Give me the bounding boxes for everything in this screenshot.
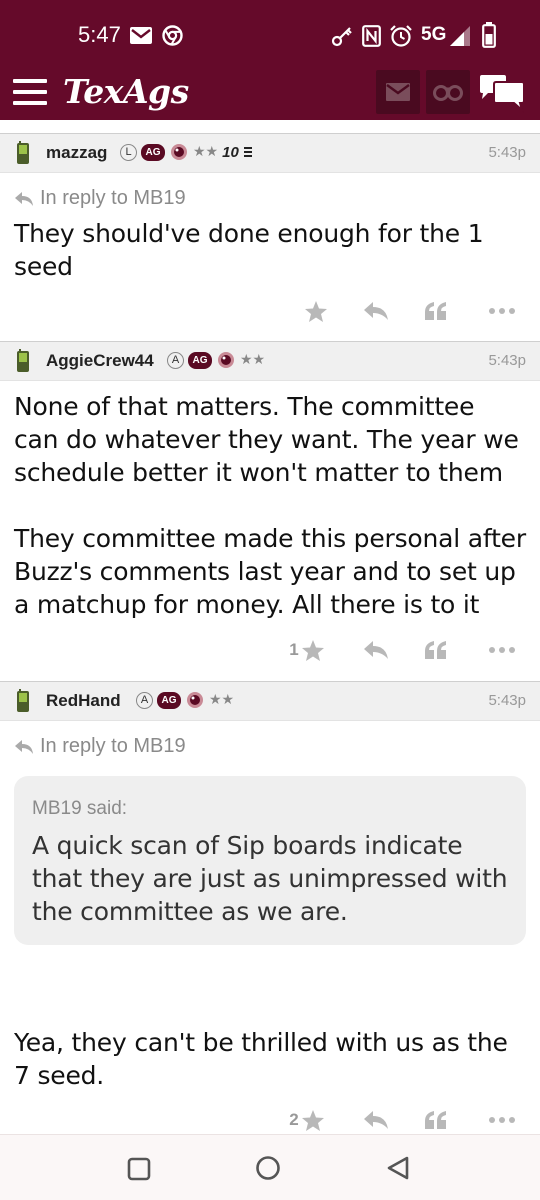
user-badges: A AG ★★ (167, 351, 265, 369)
username[interactable]: AggieCrew44 (46, 351, 154, 371)
alarm-icon (390, 25, 412, 47)
star-button[interactable]: 1 (282, 632, 332, 668)
system-nav-bar (0, 1134, 540, 1200)
mail-icon (130, 27, 152, 44)
chat-icon (480, 75, 525, 113)
quote-author: MB19 said: (32, 798, 128, 819)
home-icon[interactable] (255, 1155, 281, 1181)
username[interactable]: mazzag (46, 143, 107, 163)
ten-lines-icon (243, 147, 252, 157)
star-count: 2 (289, 1110, 299, 1129)
status-bar: 5:47 5G (0, 0, 540, 66)
post-time: 5:43p (488, 352, 526, 369)
reply-to-text: In reply to MB19 (40, 187, 186, 209)
watch-button[interactable] (426, 70, 470, 114)
post-actions: 1 (0, 632, 540, 668)
status-time: 5:47 (78, 22, 121, 47)
quote-text: A quick scan of Sip boards indicate that… (32, 831, 508, 926)
username[interactable]: RedHand (46, 691, 121, 711)
mobile-phone-icon (17, 689, 29, 712)
badge-stars: ★★ (209, 692, 235, 708)
reply-to-link[interactable]: In reply to MB19 (14, 187, 186, 210)
key-icon (331, 27, 352, 47)
post-time: 5:43p (488, 144, 526, 161)
star-icon (301, 639, 324, 661)
chat-button[interactable] (478, 74, 526, 114)
reply-button[interactable] (360, 632, 392, 668)
post-body: They should've done enough for the 1 see… (14, 219, 484, 281)
star-button[interactable]: 2 (282, 1102, 332, 1138)
post-header: RedHand A AG ★★ 5:43p (0, 681, 540, 721)
mobile-phone-icon (17, 141, 29, 164)
reply-to-text: In reply to MB19 (40, 735, 186, 757)
binoculars-icon (433, 85, 463, 101)
battery-icon (482, 22, 496, 48)
app-header: TexAgs (0, 66, 540, 120)
reveille-icon (171, 144, 187, 160)
star-count: 1 (289, 640, 299, 659)
reveille-icon (218, 352, 234, 368)
quote-button[interactable] (420, 293, 452, 329)
texags-logo[interactable]: TexAgs (63, 72, 189, 111)
post-actions (0, 293, 540, 329)
menu-icon[interactable] (13, 79, 47, 105)
recents-icon[interactable] (127, 1157, 151, 1181)
star-button[interactable] (300, 293, 332, 329)
user-badges: L AG ★★ 10 (120, 143, 253, 161)
quote-block: MB19 said: A quick scan of Sip boards in… (14, 776, 526, 945)
reply-to-link[interactable]: In reply to MB19 (14, 735, 186, 758)
reveille-icon (187, 692, 203, 708)
chrome-icon (162, 25, 183, 46)
signal-icon (450, 26, 470, 46)
post-header: mazzag L AG ★★ 10 5:43p (0, 133, 540, 173)
quote-icon (425, 1111, 446, 1129)
post-body-paragraph: They committee made this personal after … (14, 524, 526, 619)
badge-letter: A (167, 351, 184, 369)
post-time: 5:43p (488, 692, 526, 709)
more-button[interactable] (486, 1102, 518, 1138)
badge-letter: A (136, 691, 153, 709)
user-badges: A AG ★★ (136, 691, 234, 709)
reply-button[interactable] (360, 293, 392, 329)
more-button[interactable] (486, 632, 518, 668)
quote-button[interactable] (420, 1102, 452, 1138)
more-icon (489, 1117, 515, 1123)
more-icon (489, 647, 515, 653)
mail-icon (386, 83, 410, 101)
quote-button[interactable] (420, 632, 452, 668)
post-body-paragraph: None of that matters. The committee can … (14, 392, 519, 487)
badge-ag: AG (141, 143, 165, 161)
post-header: AggieCrew44 A AG ★★ 5:43p (0, 341, 540, 381)
back-icon[interactable] (385, 1156, 411, 1180)
badge-stars: ★★ (193, 144, 219, 160)
reply-icon (364, 302, 388, 320)
badge-ten: 10 (222, 143, 239, 161)
mobile-phone-icon (17, 349, 29, 372)
app-root: 5:47 5G TexAgs mazzag L AG ★★ 10 5:43p I… (0, 0, 540, 1200)
quote-icon (425, 641, 446, 659)
reply-arrow-icon (15, 191, 33, 206)
star-icon (301, 1109, 324, 1131)
post-actions: 2 (0, 1102, 540, 1138)
reply-arrow-icon (15, 739, 33, 754)
more-button[interactable] (486, 293, 518, 329)
inbox-button[interactable] (376, 70, 420, 114)
badge-ag: AG (188, 351, 212, 369)
post-body: Yea, they can't be thrilled with us as t… (14, 1028, 508, 1090)
nfc-icon (362, 25, 381, 47)
more-icon (489, 308, 515, 314)
reply-icon (364, 1111, 388, 1129)
badge-stars: ★★ (240, 352, 266, 368)
badge-letter: L (120, 143, 137, 161)
badge-ag: AG (157, 691, 181, 709)
quote-icon (425, 302, 446, 320)
reply-icon (364, 641, 388, 659)
reply-button[interactable] (360, 1102, 392, 1138)
network-type: 5G (421, 24, 447, 45)
star-icon (305, 300, 327, 322)
